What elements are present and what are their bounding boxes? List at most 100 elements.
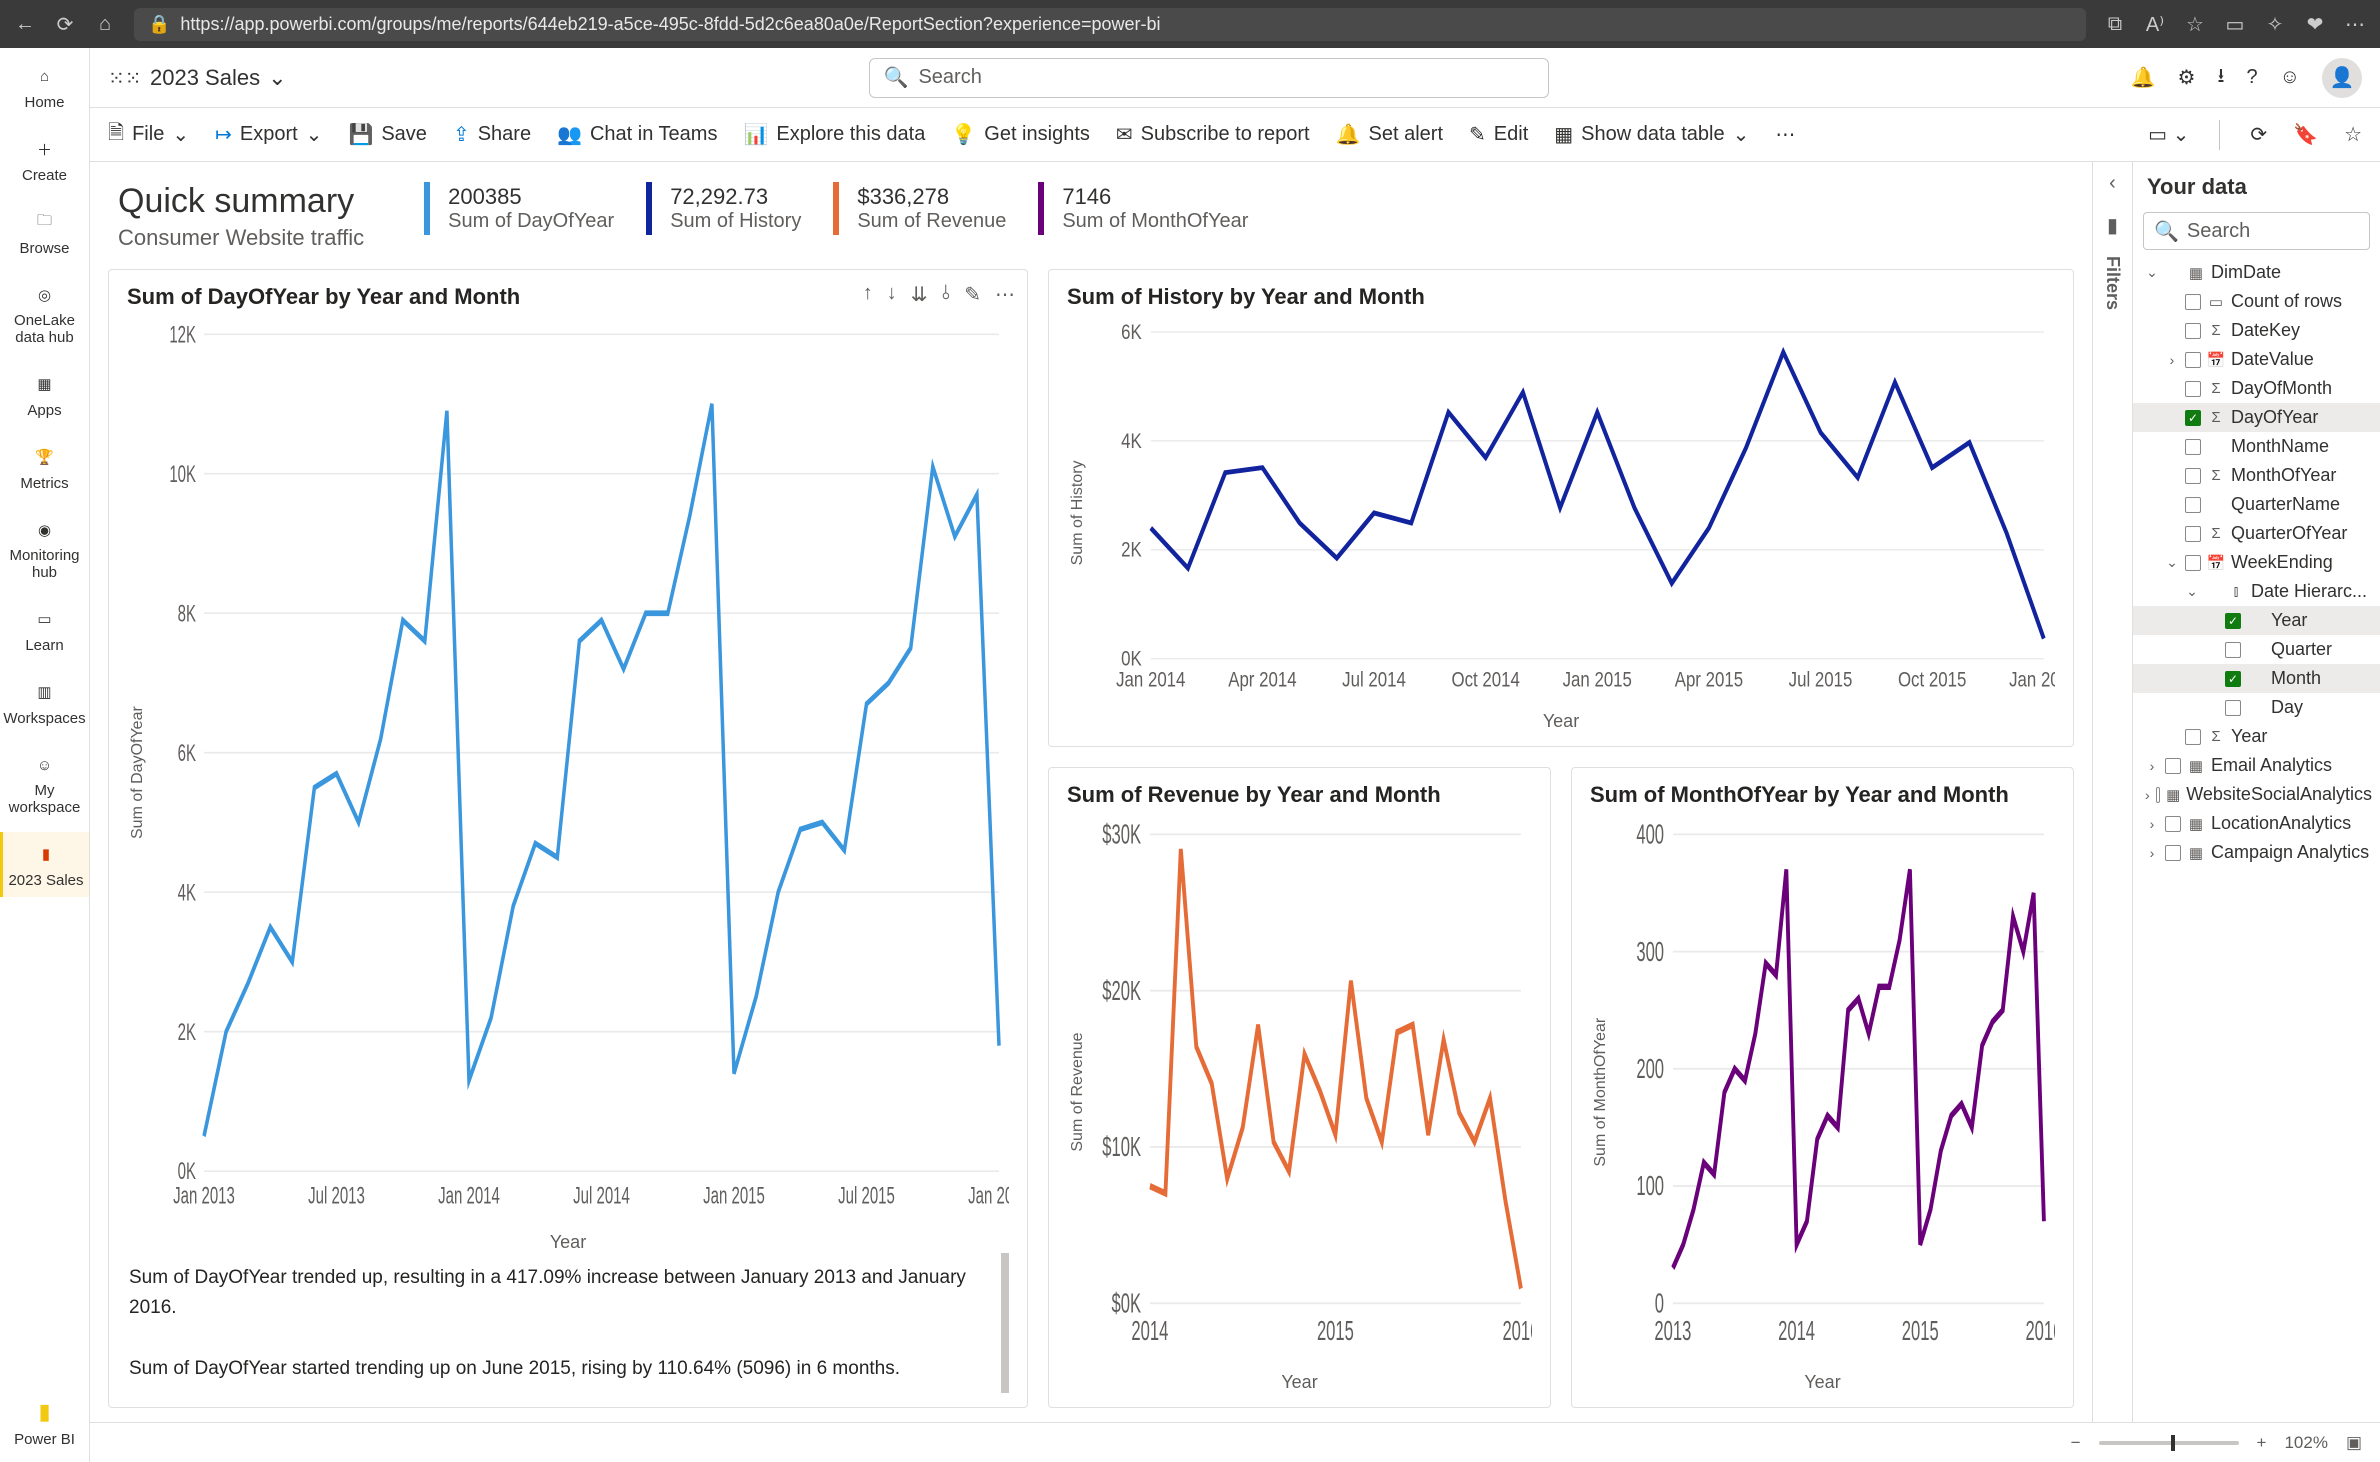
chart-dayofyear[interactable]: Sum of DayOfYear by Year and Month ↑ ↓ ⇊… <box>108 269 1028 1408</box>
profile-icon[interactable]: ❤ <box>2304 13 2326 35</box>
nextlevel-icon[interactable]: ⫰ <box>942 282 951 307</box>
nav-create[interactable]: ＋Create <box>0 127 89 192</box>
filters-pane-collapsed[interactable]: ‹ ▮ Filters <box>2092 162 2132 1422</box>
shopping-icon[interactable]: ⧉ <box>2104 13 2126 35</box>
field-row[interactable]: ›▦LocationAnalytics <box>2133 809 2380 838</box>
nav-workspaces[interactable]: ▥Workspaces <box>0 670 89 735</box>
field-row[interactable]: ΣQuarterOfYear <box>2133 519 2380 548</box>
chevron-icon[interactable]: ⌄ <box>2185 583 2199 600</box>
cmd-insights[interactable]: 💡Get insights <box>951 122 1090 147</box>
nav-myworkspace[interactable]: ☺My workspace <box>0 743 89 824</box>
checkbox[interactable] <box>2185 497 2201 513</box>
nav-metrics[interactable]: 🏆Metrics <box>0 435 89 500</box>
chevron-icon[interactable]: ⌄ <box>2145 264 2159 281</box>
settings-icon[interactable]: ⚙ <box>2178 65 2196 90</box>
checkbox[interactable]: ✓ <box>2185 410 2201 426</box>
checkbox[interactable] <box>2185 555 2201 571</box>
checkbox[interactable] <box>2185 729 2201 745</box>
drillup-icon[interactable]: ↑ <box>863 282 873 307</box>
chart-history[interactable]: Sum of History by Year and Month Sum of … <box>1048 269 2074 747</box>
checkbox[interactable] <box>2185 323 2201 339</box>
checkbox[interactable]: ✓ <box>2225 613 2241 629</box>
cmd-bookmark[interactable]: 🔖 <box>2293 122 2318 147</box>
cmd-alert[interactable]: 🔔Set alert <box>1336 122 1443 147</box>
nav-learn[interactable]: ▭Learn <box>0 597 89 662</box>
nav-home[interactable]: ⌂Home <box>0 54 89 119</box>
field-row[interactable]: ✓ΣDayOfYear <box>2133 403 2380 432</box>
cmd-refresh[interactable]: ⟳ <box>2250 122 2267 147</box>
chevron-icon[interactable]: › <box>2145 787 2150 803</box>
chevron-icon[interactable]: › <box>2145 816 2159 832</box>
checkbox[interactable] <box>2165 758 2181 774</box>
field-row[interactable]: ⌄▦DimDate <box>2133 258 2380 287</box>
collections-icon[interactable]: ▭ <box>2224 13 2246 35</box>
cmd-export[interactable]: ↦Export⌄ <box>215 122 322 147</box>
checkbox[interactable] <box>2185 468 2201 484</box>
report-title-dropdown[interactable]: 2023 Sales ⌄ <box>150 65 287 91</box>
field-row[interactable]: ›▦Campaign Analytics <box>2133 838 2380 867</box>
checkbox[interactable] <box>2185 352 2201 368</box>
field-row[interactable]: ΣDayOfMonth <box>2133 374 2380 403</box>
checkbox[interactable] <box>2165 816 2181 832</box>
feedback-icon[interactable]: ☺ <box>2280 66 2300 89</box>
favorite-icon[interactable]: ☆ <box>2184 13 2206 35</box>
refresh-icon[interactable]: ⟳ <box>54 13 76 35</box>
global-search[interactable]: 🔍 Search <box>869 58 1549 98</box>
chevron-icon[interactable]: ⌄ <box>2165 554 2179 571</box>
checkbox[interactable] <box>2185 439 2201 455</box>
cmd-file[interactable]: 🗎File⌄ <box>108 118 189 152</box>
field-row[interactable]: ⌄📅WeekEnding <box>2133 548 2380 577</box>
expand-icon[interactable]: ⇊ <box>911 282 928 307</box>
back-icon[interactable]: ← <box>14 13 36 35</box>
field-row[interactable]: ›📅DateValue <box>2133 345 2380 374</box>
field-row[interactable]: Quarter <box>2133 635 2380 664</box>
chart-revenue[interactable]: Sum of Revenue by Year and Month Sum of … <box>1048 767 1551 1408</box>
field-row[interactable]: ▭Count of rows <box>2133 287 2380 316</box>
checkbox[interactable] <box>2225 700 2241 716</box>
cmd-more[interactable]: ⋯ <box>1775 122 1795 147</box>
field-row[interactable]: ⌄⫾Date Hierarc... <box>2133 577 2380 606</box>
field-row[interactable]: ›▦WebsiteSocialAnalytics <box>2133 780 2380 809</box>
chevron-icon[interactable]: › <box>2145 845 2159 861</box>
more-icon[interactable]: ⋯ <box>995 282 1015 307</box>
field-row[interactable]: ΣYear <box>2133 722 2380 751</box>
nav-onelake[interactable]: ◎OneLake data hub <box>0 273 89 354</box>
cmd-chat-teams[interactable]: 👥Chat in Teams <box>557 122 717 147</box>
cmd-datatable[interactable]: ▦Show data table⌄ <box>1554 122 1749 147</box>
checkbox[interactable] <box>2225 642 2241 658</box>
field-row[interactable]: ✓Year <box>2133 606 2380 635</box>
data-search[interactable]: 🔍 Search <box>2143 212 2370 250</box>
zoom-slider[interactable] <box>2099 1441 2239 1445</box>
chart-icon[interactable]: ▮ <box>2107 213 2118 238</box>
user-avatar[interactable]: 👤 <box>2322 58 2362 98</box>
help-icon[interactable]: ? <box>2246 66 2257 89</box>
cmd-view-mode[interactable]: ▭ ⌄ <box>2148 122 2189 147</box>
extensions-icon[interactable]: ✧ <box>2264 13 2286 35</box>
chevron-icon[interactable]: › <box>2145 758 2159 774</box>
field-row[interactable]: ✓Month <box>2133 664 2380 693</box>
field-row[interactable]: QuarterName <box>2133 490 2380 519</box>
notifications-icon[interactable]: 🔔 <box>2131 65 2156 90</box>
field-row[interactable]: Day <box>2133 693 2380 722</box>
more-icon[interactable]: ⋯ <box>2344 13 2366 35</box>
cmd-save[interactable]: 💾Save <box>348 122 427 147</box>
checkbox[interactable] <box>2185 381 2201 397</box>
field-row[interactable]: ΣMonthOfYear <box>2133 461 2380 490</box>
nav-current-report[interactable]: ▮2023 Sales <box>0 832 89 897</box>
nav-apps[interactable]: ▦Apps <box>0 362 89 427</box>
cmd-subscribe[interactable]: ✉Subscribe to report <box>1116 122 1310 147</box>
waffle-icon[interactable]: ⁙⁙ <box>108 66 132 90</box>
checkbox[interactable] <box>2185 294 2201 310</box>
drilldown-icon[interactable]: ↓ <box>887 282 897 307</box>
read-aloud-icon[interactable]: A⁾ <box>2144 13 2166 35</box>
field-row[interactable]: ›▦Email Analytics <box>2133 751 2380 780</box>
cmd-star[interactable]: ☆ <box>2344 122 2362 147</box>
zoom-out-icon[interactable]: − <box>2071 1433 2081 1453</box>
copilot-icon[interactable]: ✎ <box>964 282 981 307</box>
fit-page-icon[interactable]: ▣ <box>2346 1433 2362 1453</box>
nav-browse[interactable]: 🗀Browse <box>0 200 89 265</box>
zoom-in-icon[interactable]: + <box>2257 1433 2267 1453</box>
checkbox[interactable] <box>2165 845 2181 861</box>
chevron-icon[interactable]: › <box>2165 352 2179 368</box>
expand-left-icon[interactable]: ‹ <box>2109 172 2116 195</box>
